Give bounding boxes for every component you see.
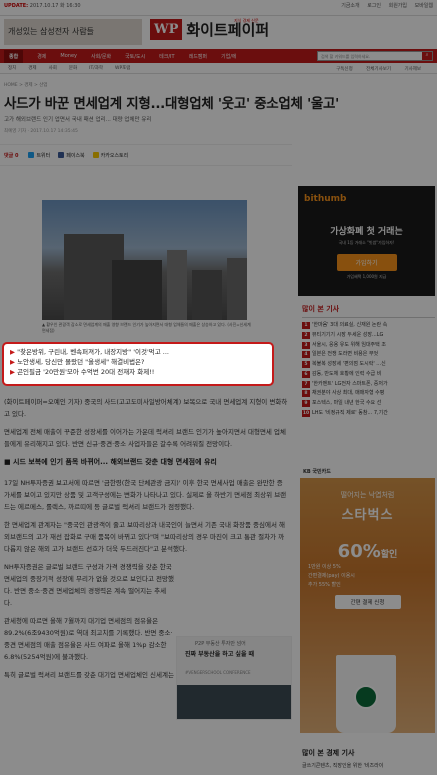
logo-slogan: 지식 경제 신문	[234, 18, 259, 23]
popular-item[interactable]: 3 서울시, 응용 유도 위해 임대주택 조	[302, 341, 435, 351]
bithumb-title: 가상화폐 첫 거래는	[330, 227, 403, 237]
coffee-cup-image	[336, 655, 396, 733]
subheadline: 고가 해외브랜드 인기 업면서 국내 패션 업리... 대량 업체만 유리	[4, 117, 152, 123]
photo-caption: ▲ 황우인 관광객 감소로 면세업계의 매출 영향 브랜드 인기가 높아지면서 …	[42, 322, 251, 333]
section-heading: ■ 시드 보복에 인기 품목 바뀌어... 해외브랜드 갖춘 대형 면세점에 유…	[4, 458, 217, 467]
popular-item[interactable]: 1 '한마음' 3대 의료실, 신재원 논란 속	[302, 321, 435, 331]
top-link-2[interactable]: 로그인	[367, 3, 381, 9]
popular-item[interactable]: 2 뷰티기기기 시장 두세운 성장...LG	[302, 331, 435, 341]
kakao-icon	[92, 152, 99, 158]
nav-home[interactable]: 종합	[4, 49, 24, 63]
mid-ad-image	[177, 685, 291, 719]
nav-item[interactable]: 국토/도시	[125, 53, 145, 60]
related-link[interactable]: ▶ 곤인필금 '20만원'모아 수억번 20대 전재자 화제!!	[10, 367, 266, 377]
main-nav: 종합 경제 Money 사회/문화 국토/도시 테크/IT 레드캠퍼 기업/에 …	[0, 49, 437, 63]
nav-item[interactable]: 경제	[37, 53, 46, 60]
header: 개성있는 삼성전자 사람들 WP 화이트페이퍼 지식 경제 신문	[0, 16, 437, 49]
starbucks-logo-icon	[354, 685, 378, 709]
nav-item[interactable]: 테크/IT	[159, 53, 174, 60]
popular-item[interactable]: 6 감동, 반도체 호황에 인력 수급 비	[302, 370, 435, 380]
related-articles-box: ▶ "찾은방위, 구린내, 벤속퍼져가, 내장지방" '이것'먹고 ... ▶ …	[2, 342, 274, 386]
subnav-item[interactable]: WP포럼	[115, 65, 130, 71]
popular-item[interactable]: 4 일본은 전쟁 도라면 비용은 무엇	[302, 350, 435, 360]
economy-articles: 많이 본 경제 기사 글쓰기콘텐츠, 직장인을 위한 '비즈라이	[302, 748, 435, 772]
nav-item[interactable]: Money	[60, 53, 77, 59]
subnav-item[interactable]: 사회	[49, 65, 57, 71]
facebook-icon	[58, 152, 65, 158]
headline: 사드가 바꾼 면세업계 지형...대형업체 '웃고' 중소업체 '울고'	[4, 96, 339, 112]
kb-ad-detail: 간편결제(pay) 이용시	[308, 573, 355, 579]
bithumb-note: 가입혜택 1,000원 지급	[346, 274, 387, 279]
header-ad[interactable]: 개성있는 삼성전자 사람들	[4, 19, 142, 45]
share-bar: 댓글 0 트위터 페이스북 카카오스토리	[0, 144, 292, 166]
kb-ad-detail: 1만원 이상 5%	[308, 564, 341, 570]
economy-title: 많이 본 경제 기사	[302, 749, 355, 757]
subnav-item[interactable]: IT/과학	[89, 65, 103, 71]
mid-ad-line3: #VENGERSCHOOL CONFERENCE	[185, 670, 251, 675]
top-link-1[interactable]: 기금소개	[341, 3, 359, 9]
article-photo	[42, 200, 247, 320]
paragraph: 17일 NH투자증권 보고서에 따르면 '금한령(한국 단체관광 금지)' 이후…	[4, 479, 287, 512]
kb-card-ad[interactable]: KB 국민카드 떨어지는 낙엽처럼 스타벅스 60%할인 1만원 이상 5% 간…	[300, 465, 435, 733]
kb-ad-discount: 60%할인	[337, 541, 398, 562]
mid-ad-line1: P2P 부동산 투자만 넘어	[195, 641, 246, 647]
subnav-item[interactable]: 문화	[69, 65, 77, 71]
popular-item[interactable]: 9 포스텍스, 마일 내년 한국 수요 선	[302, 399, 435, 409]
facebook-button[interactable]: 페이스북	[58, 152, 85, 159]
popular-item[interactable]: 5 복불복 성장세 '편의점 도시락' ...신	[302, 360, 435, 370]
bithumb-logo: bithumb	[304, 194, 347, 204]
search-input[interactable]: 검색 할 키워드를 입력하세요. ⌕	[317, 51, 433, 61]
kb-ad-button[interactable]: 간편 결제 신청	[334, 595, 401, 609]
related-link[interactable]: ▶ "찾은방위, 구린내, 벤속퍼져가, 내장지방" '이것'먹고 ...	[10, 347, 266, 357]
paragraph: 면세업계 전체 매출이 꾸준한 성장세를 이어가는 가운데 럭셔리 브랜드 인기…	[4, 428, 286, 449]
twitter-button[interactable]: 트위터	[28, 152, 50, 159]
popular-item[interactable]: 7 '한카멘트' LG전자 스마트폰, 중저가	[302, 380, 435, 390]
kb-ad-header: KB 국민카드	[300, 465, 435, 478]
kb-ad-line1: 떨어지는 낙엽처럼	[340, 491, 395, 499]
top-link-4[interactable]: 모바일웹	[415, 3, 433, 9]
paragraph: 한 면세업계 관계자는 "중국인 관광객이 줄고 보따리상과 내국인이 늘면서 …	[4, 521, 286, 554]
nav-item[interactable]: 레드캠퍼	[189, 53, 207, 60]
nav-item[interactable]: 기업/에	[221, 53, 237, 60]
twitter-icon	[28, 152, 35, 158]
subnav-item[interactable]: 정치	[8, 65, 16, 71]
search-icon[interactable]: ⌕	[422, 52, 432, 60]
popular-title: 많이 본 기사	[302, 304, 435, 318]
kb-ad-line2: 스타벅스	[341, 508, 394, 523]
byline: 최예영 기자 · 2017.10.17 14:35:45	[4, 129, 78, 134]
kakaostory-button[interactable]: 카카오스토리	[92, 152, 128, 159]
update-time: 2017.10.17 화 16:30	[29, 3, 81, 9]
bithumb-join-button[interactable]: 가입하기	[336, 254, 397, 271]
report-link[interactable]: 기사제보	[404, 67, 421, 72]
popular-item[interactable]: 10 LH도 '비정규직 제로' 동참... 7,기간	[302, 409, 435, 419]
economy-item[interactable]: 글쓰기콘텐츠, 직장인을 위한 '비즈라이	[302, 762, 435, 772]
popular-item[interactable]: 8 채권분야 사상 최대, 매매자형 수평	[302, 389, 435, 399]
paragraph: 관세청에 따르면 올해 7월까지 대기업 면세점의 점유율은 89.2%(6조9…	[4, 617, 173, 662]
site-logo[interactable]: WP 화이트페이퍼 지식 경제 신문	[150, 18, 269, 40]
breadcrumb: HOME > 경제 > 산업	[4, 83, 48, 88]
logo-mark: WP	[150, 19, 183, 40]
mid-ad[interactable]: P2P 부동산 투자만 넘어 진짜 부동산을 하고 싶을 때 #VENGERSC…	[176, 636, 292, 720]
comments-count[interactable]: 댓글 0	[4, 152, 18, 159]
popular-articles: 많이 본 기사 1 '한마음' 3대 의료실, 신재원 논란 속 2 뷰티기기기 시…	[302, 304, 435, 419]
update-label: UPDATE:	[4, 3, 29, 9]
all-articles-link[interactable]: 전체기사보기	[366, 67, 391, 72]
subnav-item[interactable]: 경제	[28, 65, 36, 71]
subscribe-link[interactable]: 구독신청	[336, 67, 353, 72]
sub-nav: 정치 경제 사회 문화 IT/과학 WP포럼 구독신청 전체기사보기 기사제보	[0, 63, 437, 74]
bithumb-sub: 국내 1등 거래소 "빗썸"가입하자!	[338, 240, 395, 245]
nav-item[interactable]: 사회/문화	[91, 53, 111, 60]
kb-ad-detail: 추가 55% 할인	[308, 582, 341, 588]
top-bar: UPDATE: 2017.10.17 화 16:30 기금소개 로그인 회원가입…	[0, 0, 437, 16]
paragraph: (화이트페이퍼=오예인 기자) 중국의 사드(고고도미사일방어체계) 보복으로 …	[4, 398, 288, 419]
search-placeholder: 검색 할 키워드를 입력하세요.	[321, 54, 371, 59]
top-link-3[interactable]: 회원가입	[389, 3, 407, 9]
related-link[interactable]: ▶ 노안생세, 당신만 몰랐던 "올생세" 해결비법은?	[10, 357, 266, 367]
mid-ad-line2: 진짜 부동산을 하고 싶을 때	[185, 651, 255, 658]
paragraph: NH투자증권은 글로벌 브랜드 구성과 가격 경쟁력을 갖춘 한국 면세업의 중…	[4, 563, 174, 608]
bithumb-ad[interactable]: bithumb 가상화폐 첫 거래는 국내 1등 거래소 "빗썸"가입하자! 가…	[298, 186, 435, 296]
